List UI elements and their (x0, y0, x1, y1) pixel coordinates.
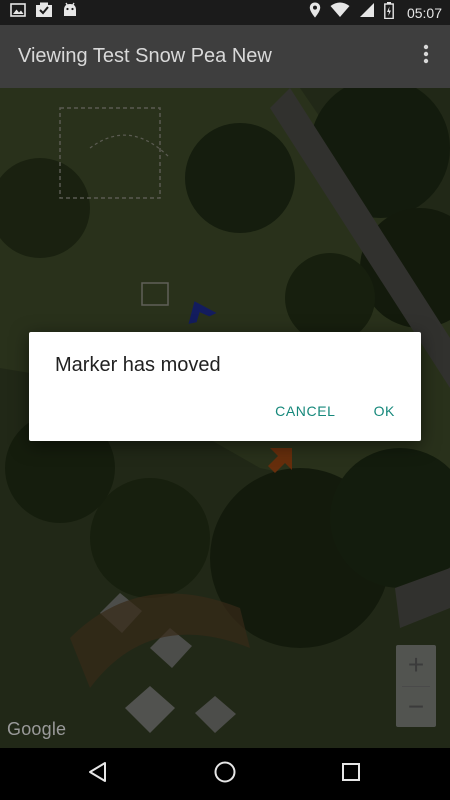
location-icon (309, 2, 321, 23)
android-icon (62, 2, 78, 23)
google-attribution: Google (7, 719, 67, 739)
dialog-message: Marker has moved (55, 354, 221, 376)
zoom-out-button[interactable]: − (396, 687, 436, 728)
ok-button[interactable]: OK (374, 403, 395, 419)
image-icon (10, 3, 26, 22)
notification-icons (10, 2, 78, 23)
navigation-bar (0, 748, 450, 800)
inbox-icon (35, 2, 53, 23)
zoom-controls: + − (396, 645, 436, 727)
zoom-in-button[interactable]: + (396, 645, 436, 686)
battery-icon (384, 1, 394, 24)
recents-button[interactable] (337, 760, 365, 788)
back-button[interactable] (84, 760, 112, 788)
wifi-icon (330, 2, 350, 23)
signal-icon (359, 2, 375, 23)
recents-icon (341, 762, 361, 787)
cancel-button[interactable]: CANCEL (275, 403, 335, 419)
overflow-menu-button[interactable] (406, 37, 446, 77)
status-bar: 05:07 (0, 0, 450, 25)
more-vert-icon (423, 44, 429, 69)
clock: 05:07 (406, 4, 442, 21)
home-button[interactable] (211, 760, 239, 788)
app-bar: Viewing Test Snow Pea New (0, 25, 450, 88)
marker-moved-dialog: Marker has moved CANCEL OK (29, 332, 421, 441)
dialog-actions: CANCEL OK (275, 403, 395, 419)
back-icon (87, 761, 109, 788)
system-icons: 05:07 (309, 1, 442, 24)
page-title: Viewing Test Snow Pea New (18, 45, 272, 67)
home-icon (213, 760, 237, 789)
